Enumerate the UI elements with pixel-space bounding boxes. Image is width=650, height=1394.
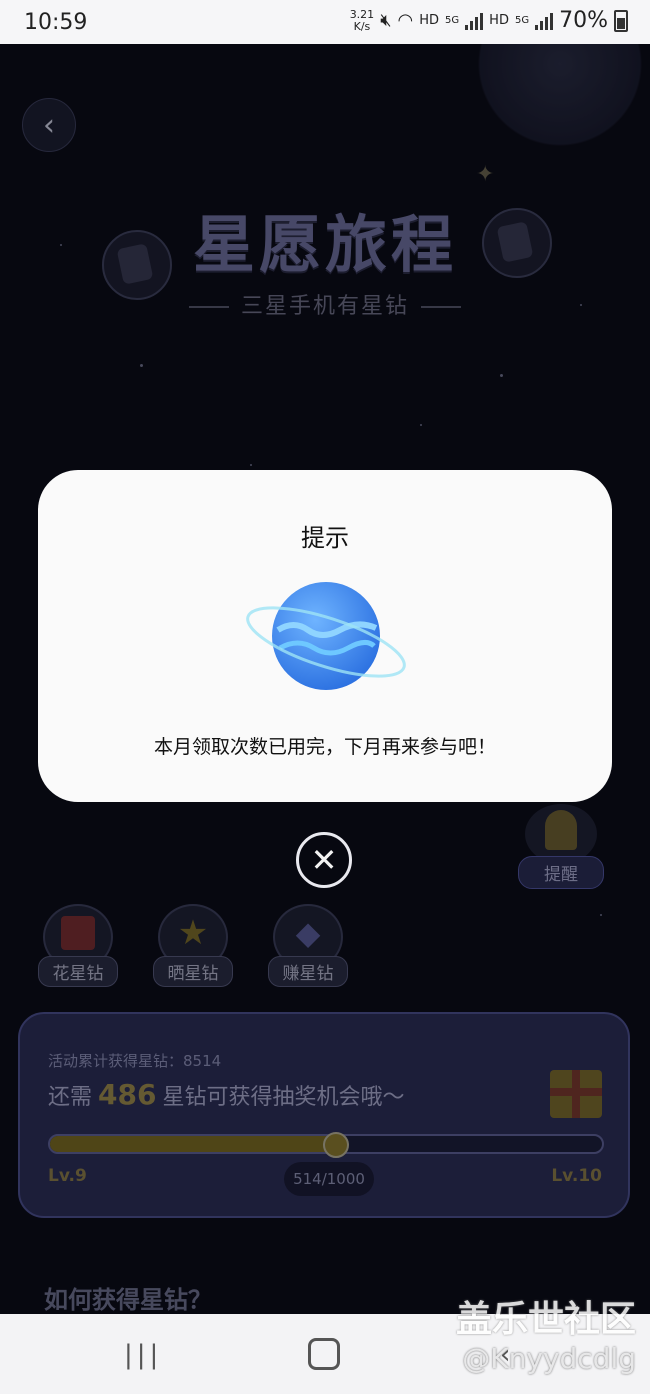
notice-dialog: 提示 本月领取次数已用完，下月再来参与吧！ <box>38 470 612 802</box>
bell-icon <box>525 804 597 864</box>
need-prefix: 还需 <box>48 1085 93 1110</box>
need-text: 还需 486 星钻可获得抽奖机会哦～ <box>48 1078 404 1111</box>
close-dialog-button[interactable]: ✕ <box>296 832 352 888</box>
network-type-2: 5G <box>514 15 530 26</box>
star-icon: ★ <box>177 913 209 953</box>
planet-icon <box>244 580 410 700</box>
network-speed-unit: K/s <box>353 19 371 33</box>
page-subtitle: 三星手机有星钻 <box>0 288 650 320</box>
hd-badge-1: HD <box>419 13 440 28</box>
signal-icon-2 <box>535 12 554 30</box>
need-suffix: 星钻可获得抽奖机会哦～ <box>162 1085 405 1110</box>
progress-fill <box>50 1136 334 1152</box>
status-bar: 10:59 3.21 K/s 🔇︎ ◠ HD 5G HD 5G 70% <box>0 0 650 44</box>
quick-action-spend[interactable]: 花星钻 <box>38 904 118 987</box>
quick-action-earn[interactable]: ◆ 赚星钻 <box>268 904 348 987</box>
wifi-icon: ◠ <box>397 10 414 31</box>
chevron-left-icon: ‹ <box>43 107 55 143</box>
status-time: 10:59 <box>24 10 88 35</box>
gift-icon[interactable] <box>550 1070 602 1118</box>
network-speed-value: 3.21 <box>349 7 375 21</box>
status-icons: 3.21 K/s 🔇︎ ◠ HD 5G HD 5G 70% <box>350 8 628 33</box>
progress-card: 活动累计获得星钻：8514 还需 486 星钻可获得抽奖机会哦～ Lv.9 514/… <box>18 1012 630 1218</box>
battery-percent: 70% <box>559 8 608 33</box>
how-to-earn-title: 如何获得星钻？ <box>44 1286 212 1314</box>
progress-knob <box>322 1132 349 1158</box>
network-speed: 3.21 K/s <box>349 7 375 33</box>
quick-actions: 花星钻 ★ 晒星钻 ◆ 赚星钻 <box>38 904 348 987</box>
page-header: 星愿旅程 三星手机有星钻 <box>0 194 650 320</box>
watermark: 盖乐世社区 @Knyydcdlg <box>456 1290 636 1375</box>
watermark-line1: 盖乐世社区 <box>455 1299 636 1340</box>
hd-badge-2: HD <box>489 13 509 28</box>
battery-icon <box>614 9 628 32</box>
need-value: 486 <box>98 1078 157 1111</box>
network-type-1: 5G <box>445 15 460 26</box>
accumulated-text: 活动累计获得星钻：8514 <box>48 1050 221 1071</box>
sparkle-icon: ✦ <box>476 162 495 187</box>
progress-count: 514/1000 <box>284 1162 374 1196</box>
quick-action-label: 赚星钻 <box>268 956 348 987</box>
dialog-title: 提示 <box>301 524 349 552</box>
current-level: Lv.9 <box>48 1166 87 1186</box>
progress-track <box>48 1132 604 1158</box>
next-level: Lv.10 <box>551 1166 602 1186</box>
home-icon[interactable] <box>308 1338 340 1370</box>
close-icon: ✕ <box>310 841 338 879</box>
watermark-line2: @Knyydcdlg <box>462 1342 636 1375</box>
back-button[interactable]: ‹ <box>22 98 76 152</box>
signal-icon-1 <box>465 12 484 30</box>
page-title: 星愿旅程 <box>192 208 457 281</box>
remind-label: 提醒 <box>518 856 604 889</box>
recent-apps-icon[interactable]: ||| <box>124 1340 162 1370</box>
quick-action-label: 晒星钻 <box>153 956 233 987</box>
remind-button[interactable]: 提醒 <box>518 804 604 889</box>
mute-icon: 🔇︎ <box>380 10 392 31</box>
quick-action-share[interactable]: ★ 晒星钻 <box>153 904 233 987</box>
shopping-bag-icon <box>61 916 95 950</box>
dialog-message: 本月领取次数已用完，下月再来参与吧！ <box>153 736 496 758</box>
diamond-icon: ◆ <box>295 914 321 952</box>
accumulated-value: 8514 <box>183 1052 222 1070</box>
accumulated-label: 活动累计获得星钻： <box>48 1052 184 1070</box>
quick-action-label: 花星钻 <box>38 956 118 987</box>
